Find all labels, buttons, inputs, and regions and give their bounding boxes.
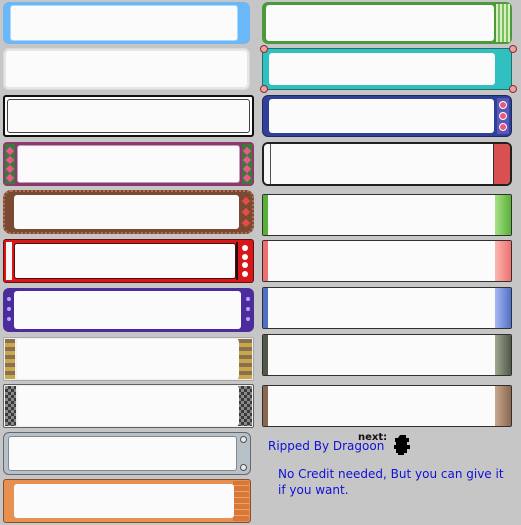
textbox-inner <box>14 195 239 229</box>
right-checker-trim <box>238 386 252 426</box>
right-plaid-trim <box>238 339 252 379</box>
textbox-frame-plaid <box>3 337 254 381</box>
textbox-frame-checkered <box>3 384 254 428</box>
right-trim <box>495 195 511 235</box>
left-trim <box>6 242 12 280</box>
left-diamond-column <box>5 146 15 182</box>
textbox-frame-silver <box>3 432 251 475</box>
textbox-inner <box>18 386 239 426</box>
textbox-frame-light-blue <box>3 2 250 44</box>
left-trim <box>264 144 271 184</box>
textbox-frame-olive-ends <box>262 334 512 376</box>
corner-pin <box>260 85 268 93</box>
credit-note-line2: if you want. <box>278 483 349 497</box>
textbox-frame-brown-ends <box>262 385 512 427</box>
right-red-trim <box>493 144 510 184</box>
left-trim <box>263 195 268 235</box>
left-trim <box>263 288 268 328</box>
corner-pin <box>509 45 517 53</box>
textbox-frame-green-grass <box>262 2 512 44</box>
textbox-frame-brown-scallop <box>3 190 254 234</box>
corner-pin <box>260 45 268 53</box>
textbox-frame-teal <box>262 48 512 90</box>
bolt-bottom <box>240 464 247 471</box>
textbox-frame-black <box>3 95 254 137</box>
textbox-frame-orange-brick <box>3 479 251 523</box>
textbox-inner <box>10 5 238 41</box>
textbox-frame-purple <box>3 288 254 332</box>
textbox-inner <box>14 291 241 329</box>
textbox-inner <box>269 53 495 85</box>
textbox-frame-green-ends <box>262 194 512 236</box>
left-trim <box>263 386 268 426</box>
corner-pin <box>509 85 517 93</box>
left-trim <box>263 335 268 375</box>
right-grass-trim <box>496 4 510 42</box>
textbox-frame-red-polka <box>3 239 254 283</box>
right-dot-column <box>244 294 252 324</box>
textbox-inner <box>14 484 234 518</box>
credit-note-line1: No Credit needed, But you can give it <box>278 467 504 481</box>
textbox-inner <box>17 339 239 379</box>
textbox-inner <box>8 436 237 471</box>
right-trim <box>495 288 511 328</box>
pokeball-silhouette-icon <box>394 434 412 456</box>
bolt-top <box>240 436 247 443</box>
textbox-inner <box>269 99 494 133</box>
next-label: next: <box>358 432 388 443</box>
right-dot-column <box>241 244 249 278</box>
textbox-frame-navy-pokeball <box>262 95 512 137</box>
textbox-inner <box>266 5 494 41</box>
left-dot-column <box>5 294 13 324</box>
left-checker-trim <box>5 386 16 426</box>
right-trim <box>495 241 511 281</box>
left-plaid-trim <box>5 339 15 379</box>
right-diamond-column <box>242 146 252 182</box>
textbox-inner <box>14 243 236 279</box>
textbox-frame-salmon-ends <box>262 240 512 282</box>
right-diamond-column <box>241 196 251 228</box>
textbox-frame-plain <box>3 48 250 90</box>
textbox-inner <box>17 145 240 183</box>
right-trim <box>495 335 511 375</box>
right-trim <box>495 386 511 426</box>
textbox-frame-blue-ends <box>262 287 512 329</box>
textbox-inner <box>6 51 247 87</box>
textbox-frame-pink-diamond <box>3 142 254 186</box>
textbox-frame-white-red-end <box>262 142 512 186</box>
right-brick-trim <box>233 481 249 521</box>
pokeball-column <box>499 99 507 133</box>
textbox-inner <box>7 99 250 133</box>
left-trim <box>263 241 268 281</box>
